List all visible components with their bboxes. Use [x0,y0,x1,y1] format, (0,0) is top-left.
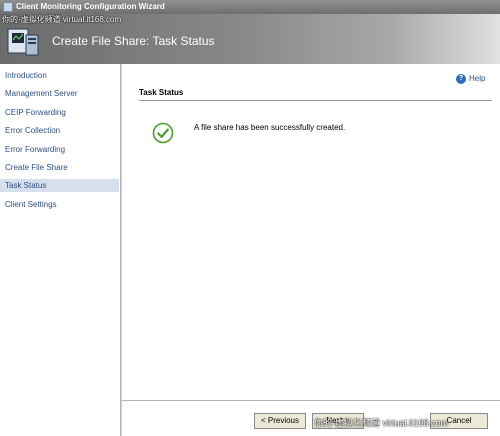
sidebar-item-management-server[interactable]: Management Server [0,87,119,100]
section-divider [139,100,492,101]
sidebar-item-task-status[interactable]: Task Status [0,179,119,192]
monitoring-wizard-icon [7,28,39,56]
section-title: Task Status [139,88,184,97]
sidebar-item-client-settings[interactable]: Client Settings [0,198,119,211]
title-bar: Client Monitoring Configuration Wizard [0,0,500,14]
sidebar-item-error-collection[interactable]: Error Collection [0,124,119,137]
watermark-top: 你的·虚拟化频道 virtual.it168.com [2,15,122,24]
page-title: Create File Share: Task Status [52,34,215,48]
previous-button[interactable]: < Previous [254,413,306,429]
sidebar-item-introduction[interactable]: Introduction [0,69,119,82]
sidebar-item-create-file-share[interactable]: Create File Share [0,161,119,174]
app-icon [3,2,13,12]
sidebar-item-error-forwarding[interactable]: Error Forwarding [0,143,119,156]
wizard-window: Client Monitoring Configuration Wizard C… [0,0,500,436]
help-icon[interactable]: ? [456,74,466,84]
wizard-step-sidebar: Introduction Management Server CEIP Forw… [0,64,121,436]
status-message: A file share has been successfully creat… [194,123,346,132]
window-title: Client Monitoring Configuration Wizard [16,2,165,11]
success-check-icon [152,122,174,144]
watermark-bottom: 你的·虚拟化频道 virtual.it168.com [314,418,449,428]
help-link[interactable]: Help [469,74,485,83]
sidebar-item-ceip-forwarding[interactable]: CEIP Forwarding [0,106,119,119]
main-content: ? Help Task Status A file share has been… [122,64,500,436]
